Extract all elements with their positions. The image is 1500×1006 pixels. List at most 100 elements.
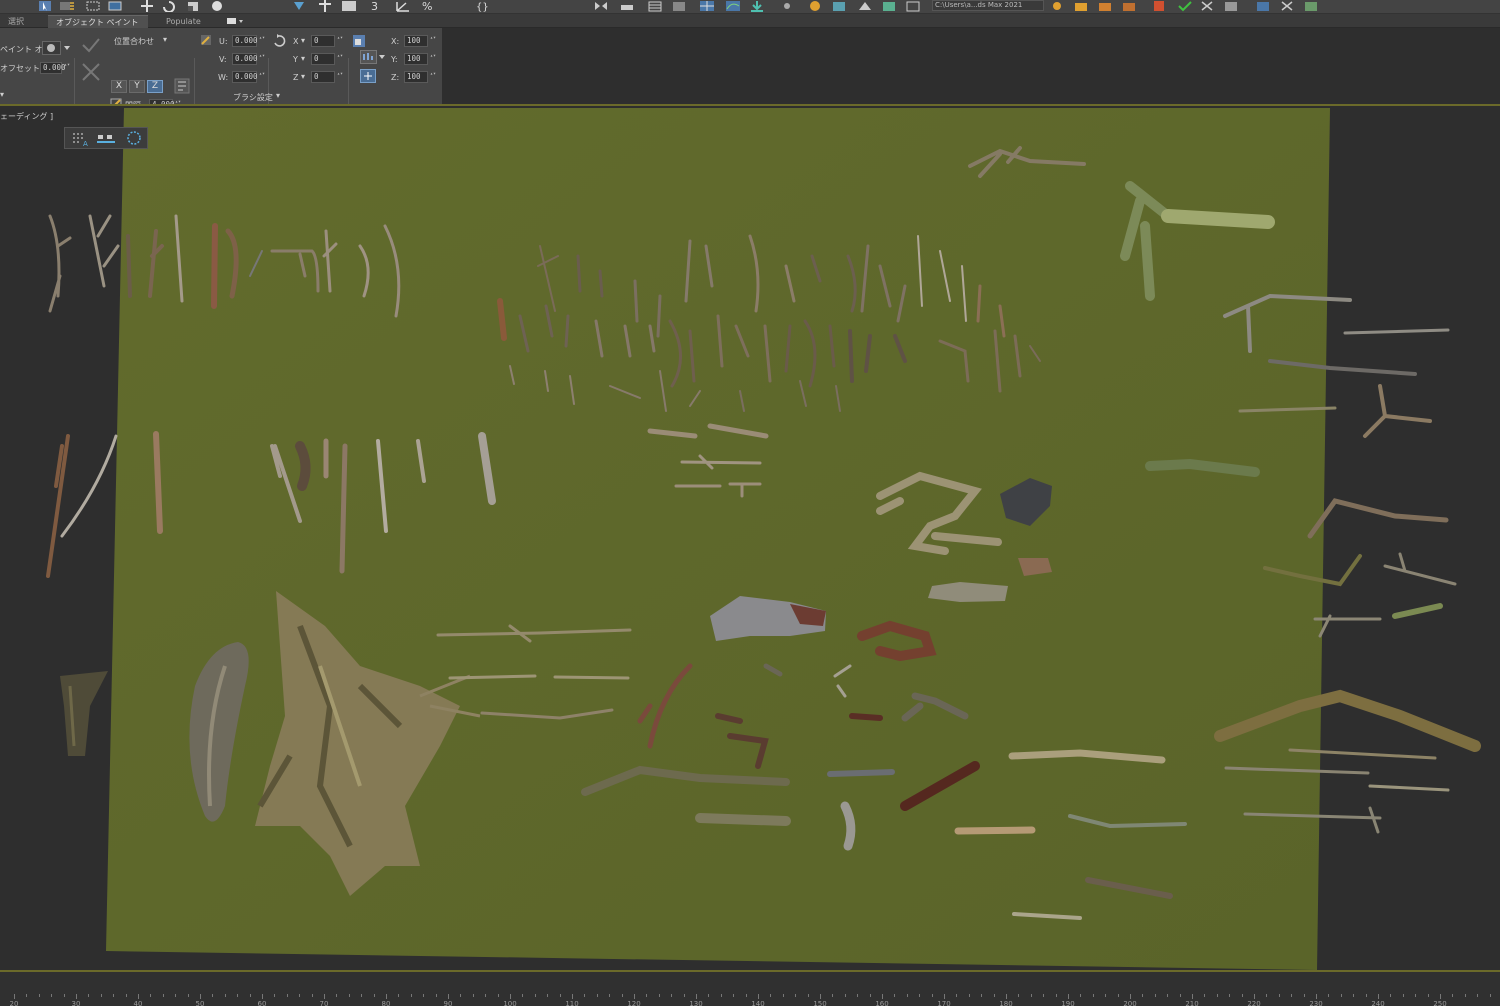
- timeline-tick: [262, 994, 263, 999]
- brush-radius-icon[interactable]: [123, 130, 145, 147]
- grid-display-icon[interactable]: A: [69, 130, 91, 147]
- brush-settings-label[interactable]: ブラシ設定: [233, 92, 273, 103]
- render-icon[interactable]: [830, 0, 848, 12]
- toggle-ribbon-icon[interactable]: [670, 0, 688, 12]
- tab-selection[interactable]: 選択: [0, 15, 32, 28]
- scale-z-spinner[interactable]: 100: [404, 71, 436, 83]
- timeline-minor-tick: [919, 994, 921, 997]
- axis-y-button[interactable]: Y: [129, 80, 145, 93]
- timeline-tick: [882, 994, 883, 999]
- scale-y-spinner[interactable]: 100: [404, 53, 436, 65]
- scale-x-spinner[interactable]: 100: [404, 35, 436, 47]
- rotate-icon[interactable]: [160, 0, 178, 12]
- material-editor-icon[interactable]: [748, 0, 766, 12]
- set-project-icon[interactable]: [1120, 0, 1138, 12]
- snaps-toggle-icon[interactable]: [290, 0, 308, 12]
- scale-lock-icon[interactable]: [360, 69, 376, 83]
- timeline-minor-tick: [249, 994, 251, 997]
- render-window-icon[interactable]: [904, 0, 922, 12]
- window-crossing-icon[interactable]: [106, 0, 124, 12]
- scale-random-icon[interactable]: [352, 34, 366, 48]
- rot-x-spinner[interactable]: 0: [311, 35, 343, 47]
- timeline-tick: [1192, 994, 1193, 999]
- u-spinner[interactable]: 0.000: [232, 35, 265, 47]
- rot-x-label: X: [293, 37, 299, 46]
- rot-y-spinner[interactable]: 0: [311, 53, 343, 65]
- render-frame-icon[interactable]: [806, 0, 824, 12]
- align-dropdown-arrow[interactable]: ▾: [163, 35, 167, 44]
- paint-brush-icon[interactable]: [200, 34, 212, 46]
- move-icon[interactable]: [138, 0, 156, 12]
- render-production-icon[interactable]: [856, 0, 874, 12]
- percent-icon[interactable]: %: [420, 0, 438, 12]
- project-path-field[interactable]: C:\Users\a...ds Max 2021: [932, 0, 1044, 11]
- viewport-scene[interactable]: [0, 106, 1500, 970]
- timeline-minor-tick: [1328, 994, 1330, 997]
- v-spinner[interactable]: 0.000: [232, 53, 265, 65]
- angle-snap-icon[interactable]: [316, 0, 334, 12]
- stump-small-left[interactable]: [60, 671, 108, 756]
- timeline-minor-tick: [1167, 994, 1169, 997]
- angle-icon[interactable]: [394, 0, 412, 12]
- tab-object-paint[interactable]: オブジェクト ペイント: [48, 15, 148, 28]
- viewport-layout-icon[interactable]: [1254, 0, 1272, 12]
- timeline-minor-tick: [299, 994, 301, 997]
- scale-icon[interactable]: [184, 0, 202, 12]
- script-icon[interactable]: [1150, 0, 1168, 12]
- x-icon[interactable]: [1198, 0, 1216, 12]
- project-folder-icon[interactable]: [1048, 0, 1066, 12]
- timeline-minor-tick: [894, 994, 896, 997]
- timeline-bar[interactable]: 20 30 40 50 60 70 80 90 100 110 120 130 140 150 160 170…: [0, 970, 1500, 1006]
- open-folder-icon[interactable]: [1072, 0, 1090, 12]
- flip-axis-icon[interactable]: [174, 78, 190, 94]
- axis-z-button[interactable]: Z: [147, 80, 163, 93]
- select-by-name-icon[interactable]: [58, 0, 76, 12]
- timeline-tick: [138, 994, 139, 999]
- panel-expand-arrow[interactable]: ▾: [0, 90, 4, 99]
- save-folder-icon[interactable]: [1096, 0, 1114, 12]
- select-object-icon[interactable]: [36, 0, 54, 12]
- cancel-icon[interactable]: [80, 62, 102, 82]
- timeline-minor-tick: [175, 994, 177, 997]
- brush-footprint-icon[interactable]: [95, 130, 117, 147]
- schematic-view-icon[interactable]: [724, 0, 742, 12]
- ribbon-options-icon[interactable]: [226, 16, 244, 26]
- mirror-icon[interactable]: [592, 0, 610, 12]
- green-window-icon[interactable]: [1302, 0, 1320, 12]
- check-icon[interactable]: [80, 36, 102, 54]
- timeline-minor-tick: [956, 994, 958, 997]
- layer-explorer-icon[interactable]: [646, 0, 664, 12]
- render-setup-icon[interactable]: [778, 0, 796, 12]
- svg-text:A: A: [83, 140, 88, 147]
- window-icon[interactable]: [1222, 0, 1240, 12]
- rot-x-dropdown-arrow[interactable]: ▾: [301, 36, 305, 45]
- render-iterative-icon[interactable]: [880, 0, 898, 12]
- brush-settings-dropdown-arrow[interactable]: ▾: [276, 91, 280, 100]
- axis-x-button[interactable]: X: [111, 80, 127, 93]
- align-icon[interactable]: [618, 0, 636, 12]
- green-check-icon[interactable]: [1176, 0, 1194, 12]
- percent-snap-icon[interactable]: [340, 0, 358, 12]
- paint-on-dropdown[interactable]: [42, 41, 72, 55]
- rot-y-dropdown-arrow[interactable]: ▾: [301, 54, 305, 63]
- w-spinner[interactable]: 0.000: [232, 71, 265, 83]
- viewport-label[interactable]: ェーディング ]: [0, 111, 53, 122]
- select-region-icon[interactable]: [84, 0, 102, 12]
- rot-z-dropdown-arrow[interactable]: ▾: [301, 72, 305, 81]
- spinner-snap-icon[interactable]: 3: [368, 0, 386, 12]
- curve-editor-icon[interactable]: [698, 0, 716, 12]
- timeline-minor-tick: [286, 994, 288, 997]
- perspective-viewport[interactable]: ェーディング ] A: [0, 106, 1500, 970]
- close-x-icon[interactable]: [1278, 0, 1296, 12]
- tab-populate[interactable]: Populate: [158, 15, 209, 28]
- rot-y-label: Y: [293, 55, 298, 64]
- rot-z-spinner[interactable]: 0: [311, 71, 343, 83]
- offset-spinner[interactable]: 0.000: [40, 62, 70, 74]
- timeline-minor-tick: [1080, 994, 1082, 997]
- timeline-minor-tick: [1154, 994, 1156, 997]
- rotate-random-icon[interactable]: [272, 34, 286, 48]
- placement-icon[interactable]: [208, 0, 226, 12]
- named-selection-icon[interactable]: {}: [472, 0, 490, 12]
- scale-mode-dropdown[interactable]: [360, 50, 386, 64]
- timeline-tick-label: 220: [1247, 1000, 1261, 1006]
